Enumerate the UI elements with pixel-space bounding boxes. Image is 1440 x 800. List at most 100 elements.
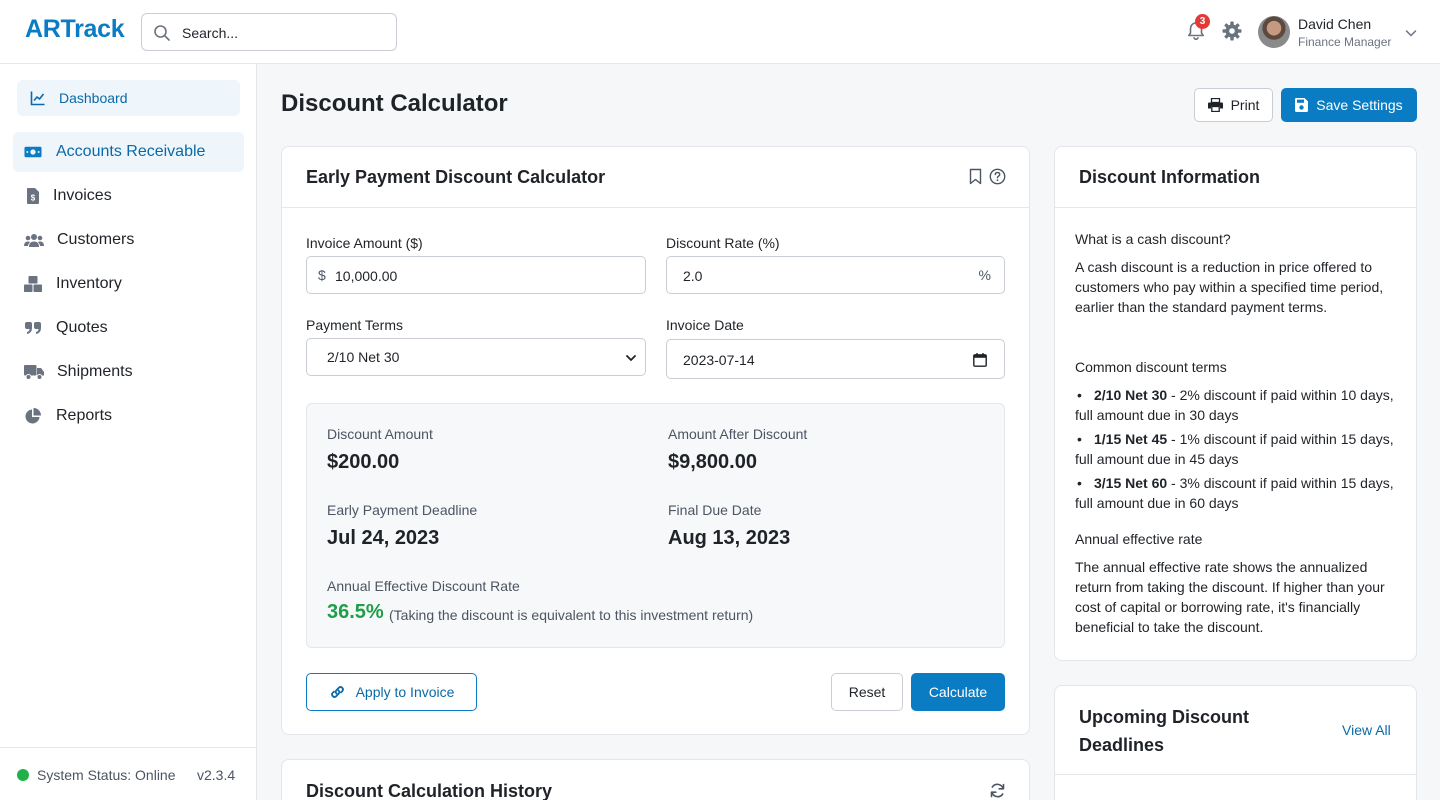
discount-info-title: Discount Information xyxy=(1079,167,1260,187)
currency-prefix: $ xyxy=(318,267,326,283)
help-icon[interactable] xyxy=(989,168,1006,185)
system-status-text: System Status: Online xyxy=(37,767,176,783)
sidebar-item-label: Inventory xyxy=(56,275,122,292)
term-name: 3/15 Net 60 xyxy=(1094,475,1168,491)
bookmark-icon[interactable] xyxy=(967,168,984,185)
discount-amount-value: $200.00 xyxy=(327,451,400,473)
discount-rate-field[interactable]: % xyxy=(666,256,1005,294)
user-role: Finance Manager xyxy=(1298,35,1392,49)
search-box[interactable] xyxy=(141,13,397,51)
invoice-amount-label: Invoice Amount ($) xyxy=(306,235,423,251)
status-dot-icon xyxy=(17,769,29,781)
notification-badge: 3 xyxy=(1195,14,1210,29)
sidebar-item-label: Quotes xyxy=(56,319,108,336)
file-invoice-icon: $ xyxy=(24,187,42,205)
sidebar-item-label: Dashboard xyxy=(59,90,128,106)
annual-rate-label: Annual Effective Discount Rate xyxy=(327,578,520,594)
printer-icon xyxy=(1207,98,1223,112)
boxes-icon xyxy=(24,275,42,293)
chevron-down-icon[interactable] xyxy=(1404,26,1418,40)
sidebar-item-label: Reports xyxy=(56,407,113,424)
invoice-amount-field[interactable]: $ xyxy=(306,256,646,294)
sidebar-item-invoices[interactable]: $ Invoices xyxy=(13,176,244,216)
sidebar-item-quotes[interactable]: Quotes xyxy=(13,308,244,348)
view-all-link[interactable]: View All xyxy=(1342,722,1391,738)
reset-button[interactable]: Reset xyxy=(831,673,903,711)
top-header: ARTrack 3 David Chen Finance Manager xyxy=(0,0,1440,64)
calendar-icon[interactable] xyxy=(973,353,987,367)
refresh-icon[interactable] xyxy=(989,782,1006,799)
discount-amount-label: Discount Amount xyxy=(327,426,433,442)
sidebar: Dashboard Accounts Receivable $ Invoices… xyxy=(0,64,257,800)
user-avatar[interactable] xyxy=(1258,16,1290,48)
truck-icon xyxy=(24,363,44,381)
discount-rate-label: Discount Rate (%) xyxy=(666,235,780,251)
sidebar-item-label: Customers xyxy=(57,231,135,248)
term-name: 1/15 Net 45 xyxy=(1094,431,1168,447)
sidebar-item-shipments[interactable]: Shipments xyxy=(13,352,244,392)
sidebar-item-label: Accounts Receivable xyxy=(56,143,206,160)
annual-rate-value: 36.5% xyxy=(327,601,384,623)
invoice-date-field[interactable] xyxy=(666,339,1005,379)
app-logo[interactable]: ARTrack xyxy=(25,15,125,44)
history-title: Discount Calculation History xyxy=(306,781,553,800)
sidebar-item-reports[interactable]: Reports xyxy=(13,396,244,436)
discount-info-card: Discount Information What is a cash disc… xyxy=(1054,146,1417,661)
gear-icon[interactable] xyxy=(1221,20,1243,42)
page-title: Discount Calculator xyxy=(281,90,508,117)
info-question-common-terms: Common discount terms xyxy=(1075,359,1227,375)
apply-to-invoice-button[interactable]: Apply to Invoice xyxy=(306,673,477,711)
list-item: • 2/10 Net 30 - 2% discount if paid withi… xyxy=(1075,387,1394,423)
chevron-down-icon xyxy=(626,355,636,361)
percent-suffix: % xyxy=(978,267,991,283)
deadline-value: Jul 24, 2023 xyxy=(327,527,440,549)
save-settings-button[interactable]: Save Settings xyxy=(1281,88,1417,122)
apply-label: Apply to Invoice xyxy=(355,684,455,700)
info-answer-cash-discount: A cash discount is a reduction in price … xyxy=(1075,259,1384,315)
invoice-date-input[interactable] xyxy=(683,350,963,370)
final-due-value: Aug 13, 2023 xyxy=(668,527,791,549)
invoice-amount-input[interactable] xyxy=(335,266,625,286)
sidebar-divider xyxy=(0,747,256,748)
info-question-cash-discount: What is a cash discount? xyxy=(1075,231,1231,247)
upcoming-deadlines-card: Upcoming Discount Deadlines View All xyxy=(1054,685,1417,800)
discount-info-header: Discount Information xyxy=(1055,147,1416,208)
sidebar-item-customers[interactable]: Customers xyxy=(13,220,244,260)
annual-rate-note: (Taking the discount is equivalent to th… xyxy=(389,607,754,623)
calculator-card-header: Early Payment Discount Calculator xyxy=(282,147,1029,208)
search-input[interactable] xyxy=(182,22,382,44)
quote-icon xyxy=(24,319,42,337)
discount-terms-list: • 2/10 Net 30 - 2% discount if paid withi… xyxy=(1075,385,1399,513)
payment-terms-select[interactable]: 2/10 Net 30 xyxy=(306,338,646,376)
floppy-disk-icon xyxy=(1295,98,1309,112)
upcoming-deadlines-header: Upcoming Discount Deadlines View All xyxy=(1055,686,1416,775)
link-icon xyxy=(330,686,344,698)
search-icon xyxy=(154,25,170,41)
sidebar-item-accounts-receivable[interactable]: Accounts Receivable xyxy=(13,132,244,172)
list-item: • 3/15 Net 60 - 3% discount if paid withi… xyxy=(1075,475,1394,511)
sidebar-item-dashboard[interactable]: Dashboard xyxy=(17,80,240,116)
history-card: Discount Calculation History xyxy=(281,759,1030,800)
user-name[interactable]: David Chen xyxy=(1298,16,1371,32)
svg-text:$: $ xyxy=(31,194,36,203)
info-question-annual-rate: Annual effective rate xyxy=(1075,531,1203,547)
calculate-button[interactable]: Calculate xyxy=(911,673,1005,711)
list-item: • 1/15 Net 45 - 1% discount if paid withi… xyxy=(1075,431,1394,467)
info-answer-annual-rate: The annual effective rate shows the annu… xyxy=(1075,559,1385,635)
save-settings-label: Save Settings xyxy=(1316,97,1403,113)
calculator-card: Early Payment Discount Calculator Invoic… xyxy=(281,146,1030,735)
print-label: Print xyxy=(1230,97,1260,113)
users-icon xyxy=(24,231,44,249)
print-button[interactable]: Print xyxy=(1194,88,1273,122)
chart-line-icon xyxy=(29,89,47,107)
discount-info-body: What is a cash discount? A cash discount… xyxy=(1075,229,1399,637)
discount-rate-input[interactable] xyxy=(683,266,963,286)
term-name: 2/10 Net 30 xyxy=(1094,387,1168,403)
sidebar-item-label: Invoices xyxy=(53,187,112,204)
system-status: System Status: Online xyxy=(17,767,176,783)
deadline-label: Early Payment Deadline xyxy=(327,502,478,518)
upcoming-deadlines-title: Upcoming Discount Deadlines xyxy=(1079,707,1249,755)
results-panel: Discount Amount $200.00 Amount After Dis… xyxy=(306,403,1005,648)
pie-chart-icon xyxy=(24,407,42,425)
sidebar-item-inventory[interactable]: Inventory xyxy=(13,264,244,304)
